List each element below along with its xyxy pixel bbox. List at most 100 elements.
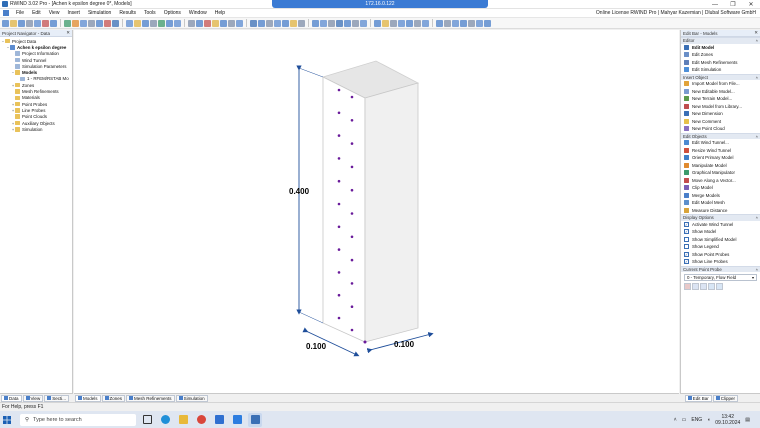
start-button[interactable] — [0, 411, 14, 428]
probe-point[interactable] — [350, 258, 354, 262]
clock[interactable]: 13:42 09.10.2024 — [715, 414, 740, 426]
taskbar-search[interactable]: ⚲ Type here to search — [20, 413, 136, 426]
toolbar-button[interactable] — [18, 19, 25, 27]
toolbar-button[interactable] — [212, 19, 219, 27]
probe-point[interactable] — [337, 202, 341, 206]
editbar-item-edit-model[interactable]: Edit Model — [681, 44, 760, 52]
editbar-item-clip-model[interactable]: Clip Model — [681, 184, 760, 192]
menu-simulation[interactable]: Simulation — [84, 10, 115, 16]
tab-models[interactable]: Models — [75, 394, 101, 402]
probe-point[interactable] — [337, 179, 341, 183]
volume-icon[interactable]: ◖ — [707, 417, 710, 423]
probe-point[interactable] — [350, 142, 354, 145]
toolbar-button[interactable] — [88, 19, 95, 27]
chevron-up-icon[interactable]: ˄ — [756, 38, 760, 43]
editbar-item-new-editable-model[interactable]: New Editable Model... — [681, 88, 760, 96]
toolbar-button[interactable] — [484, 19, 491, 27]
toolbar-button[interactable] — [406, 19, 413, 27]
toolbar-button[interactable] — [336, 19, 343, 27]
toolbar-button[interactable] — [352, 19, 359, 27]
probe-point[interactable] — [337, 271, 341, 274]
model-viewport[interactable]: 0.400 0.100 0.100 — [74, 30, 679, 393]
toolbar-button[interactable] — [274, 19, 281, 27]
notifications-icon[interactable]: ▤ — [745, 417, 750, 423]
probe-point[interactable] — [337, 157, 341, 160]
chevron-up-icon[interactable]: ˄ — [756, 215, 760, 220]
toolbar-button[interactable] — [26, 19, 33, 27]
probe-point[interactable] — [350, 212, 354, 215]
network-icon[interactable]: ▭ — [682, 417, 687, 423]
menu-edit[interactable]: Edit — [28, 10, 45, 16]
model-3d-view[interactable]: 0.400 0.100 0.100 — [74, 30, 679, 393]
checkbox-show-point-probes[interactable]: ✓ — [684, 251, 689, 257]
editbar-item-new-terrain-model[interactable]: New Terrain Model... — [681, 95, 760, 103]
toolbar-button[interactable] — [452, 19, 459, 27]
toolbar-button[interactable] — [72, 19, 79, 27]
mail-icon[interactable] — [230, 413, 244, 427]
tab-simulation[interactable]: Simulation — [175, 394, 208, 402]
toolbar-button[interactable] — [476, 19, 483, 27]
file-explorer-icon[interactable] — [176, 413, 190, 427]
toolbar-button[interactable] — [220, 19, 227, 27]
toolbar-button[interactable] — [266, 19, 273, 27]
editbar-item-orient-primary-model[interactable]: Orient Primary Model — [681, 154, 760, 162]
probe-point[interactable] — [337, 111, 341, 115]
tab-mesh-refinements[interactable]: Mesh Refinements — [126, 394, 175, 402]
probe-point[interactable] — [337, 225, 341, 229]
close-icon[interactable]: ✕ — [742, 0, 760, 9]
tree-item-simulation[interactable]: + Simulation — [0, 126, 72, 132]
toolbar-button[interactable] — [320, 19, 327, 27]
probe-new-button[interactable] — [684, 283, 691, 290]
document-icon[interactable] — [3, 10, 9, 16]
tree-item-achen-k-epsilon-degree[interactable]: − Achen k epsilon degree — [0, 44, 72, 50]
toolbar-button[interactable] — [382, 19, 389, 27]
menu-insert[interactable]: Insert — [63, 10, 84, 16]
width-dimension-label-right[interactable]: 0.100 — [394, 340, 415, 349]
remote-session-bar[interactable]: 172.16.0.122 — [272, 0, 488, 8]
language-indicator[interactable]: ENG — [691, 417, 702, 423]
checkbox-show-line-probes[interactable]: ✓ — [684, 259, 689, 265]
editbar-item-manipulate-model[interactable]: Manipulate Model — [681, 162, 760, 170]
option-activate-wind-tunnel[interactable]: ✓ Activate Wind Tunnel — [681, 221, 760, 229]
task-view-button[interactable] — [140, 413, 154, 427]
option-show-legend[interactable]: Show Legend — [681, 243, 760, 251]
height-dimension-label[interactable]: 0.400 — [289, 187, 310, 196]
store-icon[interactable] — [212, 413, 226, 427]
probe-point[interactable] — [350, 119, 354, 122]
menu-window[interactable]: Window — [185, 10, 211, 16]
toolbar-button[interactable] — [142, 19, 149, 27]
rwind-app-icon[interactable] — [248, 412, 262, 427]
editbar-item-edit-zones[interactable]: Edit Zones — [681, 51, 760, 59]
toolbar-button[interactable] — [282, 19, 289, 27]
option-show-point-probes[interactable]: ✓ Show Point Probes — [681, 251, 760, 259]
toolbar-button[interactable] — [196, 19, 203, 27]
tab-clipper[interactable]: Clipper — [712, 394, 738, 402]
tray-chevron-icon[interactable]: ˄ — [674, 417, 677, 423]
probe-export-button[interactable] — [716, 283, 723, 290]
editbar-item-edit-simulation[interactable]: Edit Simulation — [681, 66, 760, 74]
toolbar-button[interactable] — [436, 19, 443, 27]
restore-icon[interactable]: ❐ — [724, 0, 742, 9]
editbar-item-new-dimension[interactable]: New Dimension — [681, 110, 760, 118]
probe-point[interactable] — [350, 282, 354, 285]
probe-point[interactable] — [350, 328, 354, 332]
probe-point[interactable] — [350, 305, 354, 309]
option-show-line-probes[interactable]: ✓ Show Line Probes — [681, 258, 760, 266]
editbar-item-new-model-from-library[interactable]: New Model from Library... — [681, 103, 760, 111]
toolbar-button[interactable] — [312, 19, 319, 27]
editbar-item-new-comment[interactable]: New Comment — [681, 118, 760, 126]
toolbar-button[interactable] — [96, 19, 103, 27]
checkbox-activate-wind-tunnel[interactable]: ✓ — [684, 221, 689, 227]
option-show-simplified-model[interactable]: Show Simplified Model — [681, 236, 760, 244]
current-probe-header[interactable]: Current Point Probe ˄ — [681, 265, 760, 272]
toolbar-button[interactable] — [50, 19, 57, 27]
probe-point[interactable] — [350, 165, 354, 169]
menu-help[interactable]: Help — [211, 10, 229, 16]
toolbar-button[interactable] — [414, 19, 421, 27]
probe-point[interactable] — [337, 248, 341, 251]
toolbar-button[interactable] — [112, 19, 119, 27]
navigator-close-icon[interactable]: ✕ — [66, 30, 72, 36]
toolbar-button[interactable] — [126, 19, 133, 27]
toolbar-button[interactable] — [174, 19, 181, 27]
tab-zones[interactable]: Zones — [101, 394, 126, 402]
